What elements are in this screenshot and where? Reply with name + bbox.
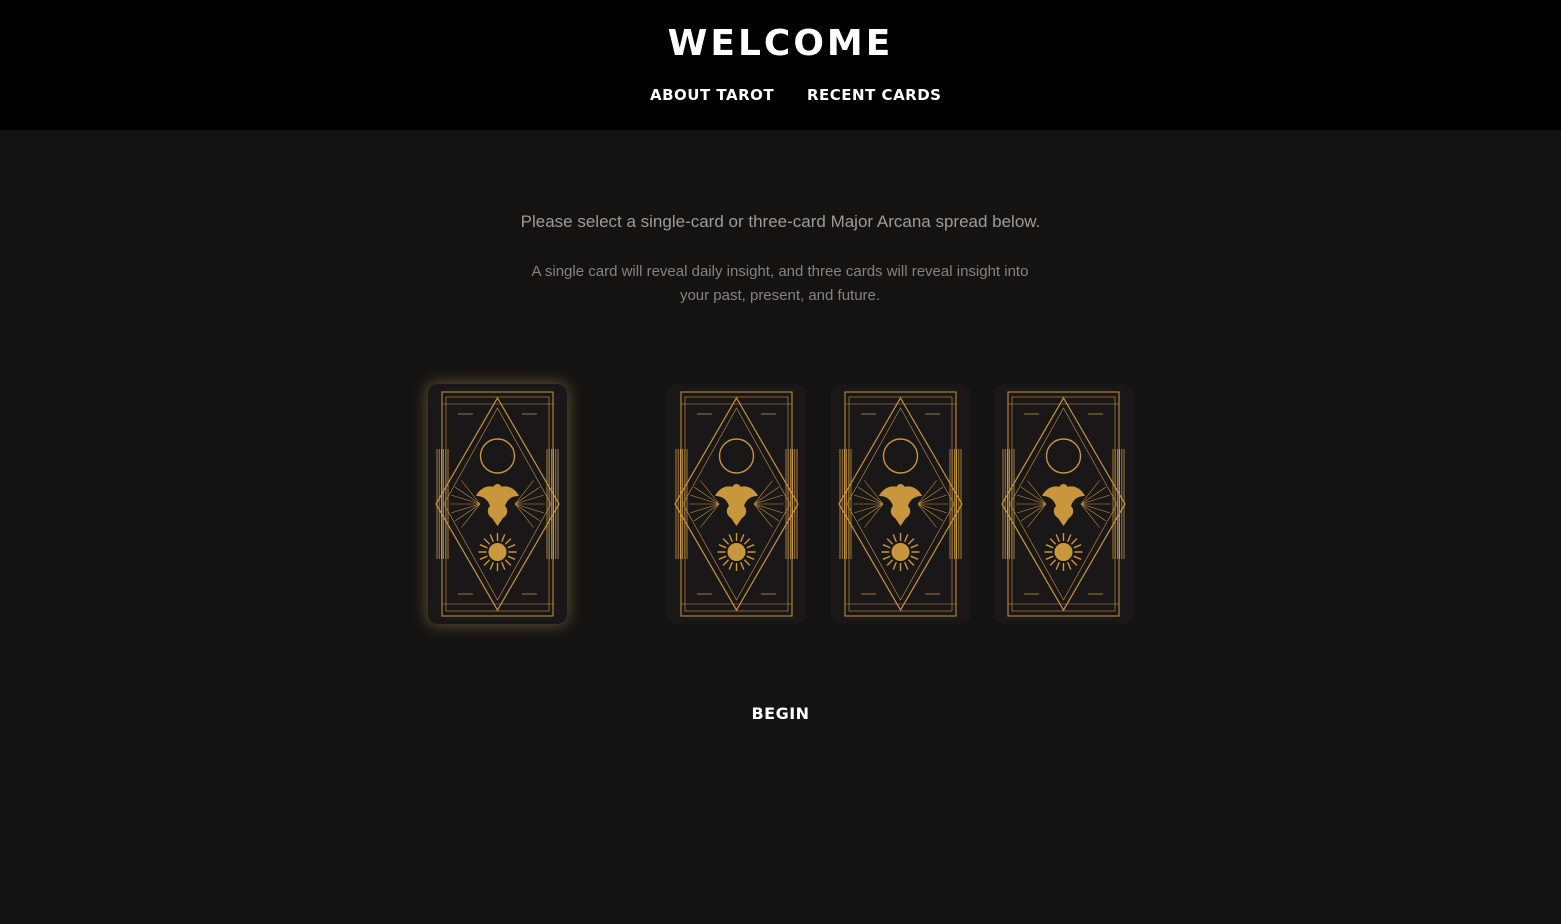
begin-area: BEGIN [0,702,1561,726]
single-card-spread-option[interactable] [428,384,567,624]
tarot-card-back-icon [831,384,970,624]
tarot-card-back-icon [428,384,567,624]
tarot-card-back-icon [994,384,1133,624]
header: WELCOME ABOUT TAROT RECENT CARDS [0,0,1561,130]
begin-button[interactable]: BEGIN [751,702,809,726]
three-card-spread-card-1[interactable] [667,384,806,624]
spread-instruction: Please select a single-card or three-car… [520,212,1041,231]
main-nav: ABOUT TAROT RECENT CARDS [0,84,1561,108]
site-title: WELCOME [667,23,894,64]
three-card-spread-card-3[interactable] [994,384,1133,624]
three-card-spread-card-2[interactable] [831,384,970,624]
tarot-card-back-icon [667,384,806,624]
spread-description: A single card will reveal daily insight,… [531,263,1029,304]
nav-recent-cards[interactable]: RECENT CARDS [807,84,941,106]
nav-about-tarot[interactable]: ABOUT TAROT [650,84,774,106]
